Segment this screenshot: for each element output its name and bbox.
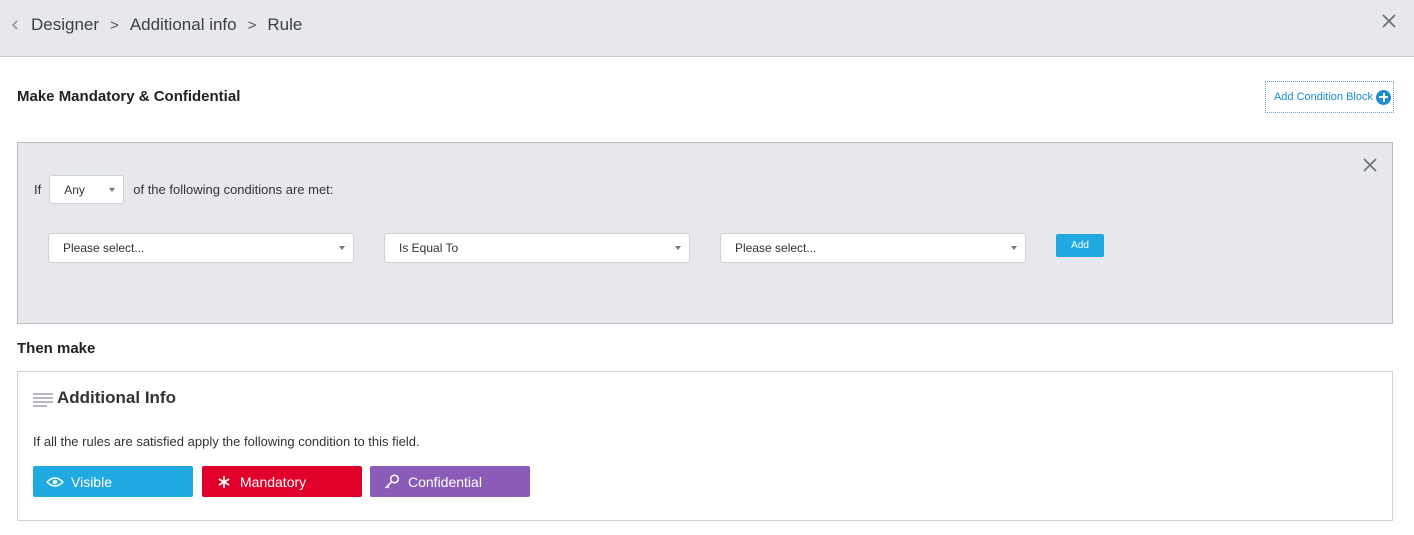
match-type-value: Any — [64, 182, 85, 197]
dropdown-arrow-icon — [339, 246, 345, 250]
eye-icon — [45, 474, 65, 490]
breadcrumb-item-designer[interactable]: Designer — [31, 15, 99, 35]
confidential-label: Confidential — [408, 473, 482, 490]
then-make-title: Then make — [17, 340, 96, 357]
breadcrumb-item-rule: Rule — [267, 15, 303, 34]
operator-select[interactable]: Is Equal To — [384, 233, 690, 263]
value-select[interactable]: Please select... — [720, 233, 1026, 263]
breadcrumb-item-additional-info[interactable]: Additional info — [130, 15, 237, 35]
text-lines-icon — [33, 392, 53, 408]
remove-condition-block-icon[interactable] — [1362, 157, 1378, 173]
dropdown-arrow-icon — [675, 246, 681, 250]
confidential-toggle[interactable]: Confidential — [370, 466, 530, 497]
back-chevron-icon[interactable] — [10, 18, 24, 38]
mandatory-toggle[interactable]: Mandatory — [202, 466, 362, 497]
key-icon — [382, 473, 402, 490]
condition-block: If Any of the following conditions are m… — [17, 142, 1393, 324]
add-condition-block-button[interactable]: Add Condition Block — [1265, 81, 1394, 113]
field-select[interactable]: Please select... — [48, 233, 354, 263]
breadcrumb-separator: > — [110, 16, 119, 34]
breadcrumb-separator: > — [247, 16, 257, 34]
field-select-value: Please select... — [63, 241, 145, 255]
value-select-value: Please select... — [735, 241, 817, 255]
header-bar: Designer > Additional info > Rule — [0, 0, 1414, 57]
dropdown-arrow-icon — [109, 187, 116, 192]
if-label: If — [34, 182, 42, 197]
asterisk-icon — [214, 474, 234, 490]
visible-label: Visible — [71, 473, 112, 490]
match-type-select[interactable]: Any — [49, 175, 125, 204]
plus-circle-icon — [1376, 89, 1391, 105]
condition-match-row: If Any of the following conditions are m… — [34, 175, 333, 204]
field-name-title: Additional Info — [57, 388, 176, 407]
breadcrumb: Designer > Additional info > Rule — [31, 15, 302, 35]
rule-title: Make Mandatory & Confidential — [17, 88, 241, 105]
operator-select-value: Is Equal To — [399, 241, 459, 255]
visible-toggle[interactable]: Visible — [33, 466, 193, 497]
dropdown-arrow-icon — [1011, 246, 1017, 250]
mandatory-label: Mandatory — [240, 473, 307, 490]
add-condition-block-label: Add Condition Block — [1273, 91, 1373, 103]
result-description: If all the rules are satisfied apply the… — [33, 434, 420, 449]
conditions-suffix-label: of the following conditions are met: — [133, 182, 334, 197]
close-icon[interactable] — [1380, 12, 1398, 30]
result-card: Additional Info If all the rules are sat… — [17, 371, 1393, 521]
add-condition-button[interactable]: Add — [1056, 234, 1104, 257]
